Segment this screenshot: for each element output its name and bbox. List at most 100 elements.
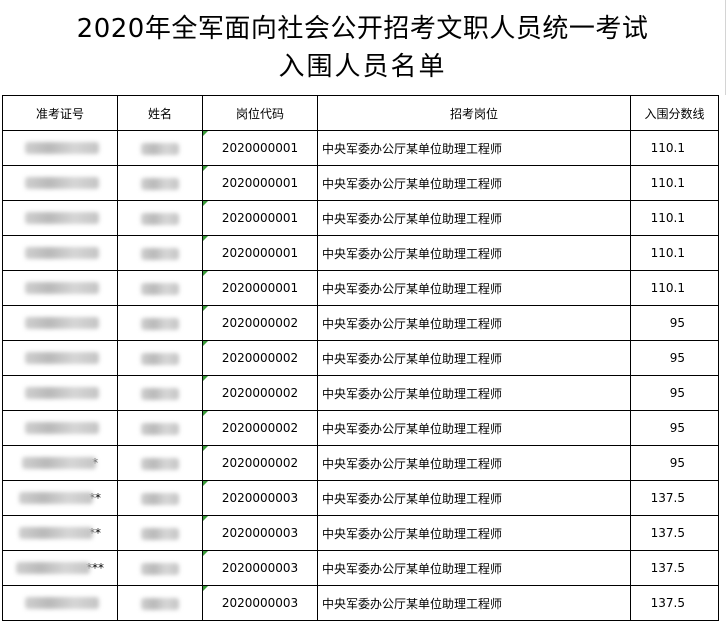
cell-name[interactable] [117, 165, 203, 201]
cell-cutoff-score[interactable]: 110.1 [630, 270, 719, 306]
cell-cutoff-score[interactable]: 95 [630, 445, 719, 481]
header-post-code[interactable]: 岗位代码 [202, 95, 318, 131]
cell-name[interactable] [117, 445, 203, 481]
title-line-1: 2020年全军面向社会公开招考文职人员统一考试 [76, 14, 649, 44]
cell-exam-id[interactable]: ** [2, 515, 118, 551]
redacted-exam-id [19, 527, 93, 540]
cell-exam-id[interactable] [2, 270, 118, 306]
cell-name[interactable] [117, 515, 203, 551]
cell-post[interactable]: 中央军委办公厅某单位助理工程师 [317, 375, 631, 411]
cell-name[interactable] [117, 410, 203, 446]
cell-post-code[interactable]: 2020000003 [202, 480, 318, 516]
cell-post-code[interactable]: 2020000001 [202, 235, 318, 271]
table-row: 2020000003 中央军委办公厅某单位助理工程师 137.5 [2, 585, 719, 621]
cell-name[interactable] [117, 200, 203, 236]
cell-exam-id[interactable] [2, 305, 118, 341]
header-cutoff-score[interactable]: 入围分数线 [630, 95, 719, 131]
cell-post[interactable]: 中央军委办公厅某单位助理工程师 [317, 340, 631, 376]
cell-name[interactable] [117, 550, 203, 586]
cell-cutoff-score[interactable]: 137.5 [630, 550, 719, 586]
cell-cutoff-score[interactable]: 110.1 [630, 165, 719, 201]
cell-post[interactable]: 中央军委办公厅某单位助理工程师 [317, 410, 631, 446]
cell-post-code[interactable]: 2020000003 [202, 550, 318, 586]
cell-post-code[interactable]: 2020000003 [202, 585, 318, 621]
cell-cutoff-score[interactable]: 95 [630, 410, 719, 446]
cell-name[interactable] [117, 235, 203, 271]
cell-cutoff-score[interactable]: 110.1 [630, 235, 719, 271]
table-row: 2020000001 中央军委办公厅某单位助理工程师 110.1 [2, 235, 719, 271]
redacted-name [141, 352, 179, 365]
redacted-name [141, 527, 179, 540]
cell-post-code[interactable]: 2020000002 [202, 445, 318, 481]
cell-exam-id[interactable] [2, 130, 118, 166]
redacted-name [141, 247, 179, 260]
cell-exam-id[interactable] [2, 585, 118, 621]
redacted-exam-id [25, 422, 99, 435]
cell-post-code[interactable]: 2020000002 [202, 375, 318, 411]
cell-post[interactable]: 中央军委办公厅某单位助理工程师 [317, 445, 631, 481]
cell-name[interactable] [117, 130, 203, 166]
cell-exam-id[interactable] [2, 375, 118, 411]
cell-exam-id[interactable] [2, 200, 118, 236]
cell-exam-id[interactable]: ** [2, 480, 118, 516]
cell-cutoff-score[interactable]: 95 [630, 340, 719, 376]
cell-post-code[interactable]: 2020000002 [202, 410, 318, 446]
cell-name[interactable] [117, 585, 203, 621]
table-row: 2020000002 中央军委办公厅某单位助理工程师 95 [2, 375, 719, 411]
cell-name[interactable] [117, 270, 203, 306]
cell-name[interactable] [117, 340, 203, 376]
redacted-name [141, 562, 179, 575]
cell-post[interactable]: 中央军委办公厅某单位助理工程师 [317, 130, 631, 166]
document-title: 2020年全军面向社会公开招考文职人员统一考试 入围人员名单 [0, 0, 726, 96]
cell-exam-id[interactable] [2, 340, 118, 376]
cell-post-code[interactable]: 2020000001 [202, 270, 318, 306]
cell-post-code[interactable]: 2020000001 [202, 200, 318, 236]
cell-post[interactable]: 中央军委办公厅某单位助理工程师 [317, 270, 631, 306]
redacted-exam-id [25, 177, 99, 190]
header-name[interactable]: 姓名 [117, 95, 203, 131]
cell-cutoff-score[interactable]: 137.5 [630, 480, 719, 516]
cell-post[interactable]: 中央军委办公厅某单位助理工程师 [317, 480, 631, 516]
cell-post-code[interactable]: 2020000002 [202, 340, 318, 376]
cell-name[interactable] [117, 375, 203, 411]
cell-post[interactable]: 中央军委办公厅某单位助理工程师 [317, 305, 631, 341]
cell-post[interactable]: 中央军委办公厅某单位助理工程师 [317, 585, 631, 621]
redacted-name [141, 422, 179, 435]
header-exam-id[interactable]: 准考证号 [2, 95, 118, 131]
cell-exam-id[interactable]: * [2, 445, 118, 481]
cell-post-code[interactable]: 2020000001 [202, 165, 318, 201]
table-row: 2020000001 中央军委办公厅某单位助理工程师 110.1 [2, 270, 719, 306]
redacted-exam-id [16, 562, 90, 575]
cell-post-code[interactable]: 2020000001 [202, 130, 318, 166]
redacted-exam-id [25, 247, 99, 260]
cell-cutoff-score[interactable]: 137.5 [630, 585, 719, 621]
cell-cutoff-score[interactable]: 95 [630, 305, 719, 341]
cell-exam-id[interactable] [2, 235, 118, 271]
cell-name[interactable] [117, 480, 203, 516]
redacted-name [141, 597, 179, 610]
redacted-exam-id [25, 282, 99, 295]
cell-cutoff-score[interactable]: 110.1 [630, 200, 719, 236]
cell-exam-id[interactable] [2, 165, 118, 201]
cell-cutoff-score[interactable]: 110.1 [630, 130, 719, 166]
redacted-name [141, 282, 179, 295]
table-row: 2020000002 中央军委办公厅某单位助理工程师 95 [2, 305, 719, 341]
redacted-exam-id [25, 212, 99, 225]
cell-post[interactable]: 中央军委办公厅某单位助理工程师 [317, 200, 631, 236]
cell-exam-id[interactable] [2, 410, 118, 446]
cell-exam-id[interactable]: *** [2, 550, 118, 586]
redacted-exam-id [25, 317, 99, 330]
cell-cutoff-score[interactable]: 137.5 [630, 515, 719, 551]
redacted-name [141, 212, 179, 225]
cell-post-code[interactable]: 2020000003 [202, 515, 318, 551]
cell-post[interactable]: 中央军委办公厅某单位助理工程师 [317, 235, 631, 271]
cell-post-code[interactable]: 2020000002 [202, 305, 318, 341]
cell-cutoff-score[interactable]: 95 [630, 375, 719, 411]
cell-post[interactable]: 中央军委办公厅某单位助理工程师 [317, 550, 631, 586]
table-row: 2020000002 中央军委办公厅某单位助理工程师 95 [2, 410, 719, 446]
cell-name[interactable] [117, 305, 203, 341]
cell-post[interactable]: 中央军委办公厅某单位助理工程师 [317, 515, 631, 551]
redacted-name [141, 492, 179, 505]
cell-post[interactable]: 中央军委办公厅某单位助理工程师 [317, 165, 631, 201]
header-post[interactable]: 招考岗位 [317, 95, 631, 131]
